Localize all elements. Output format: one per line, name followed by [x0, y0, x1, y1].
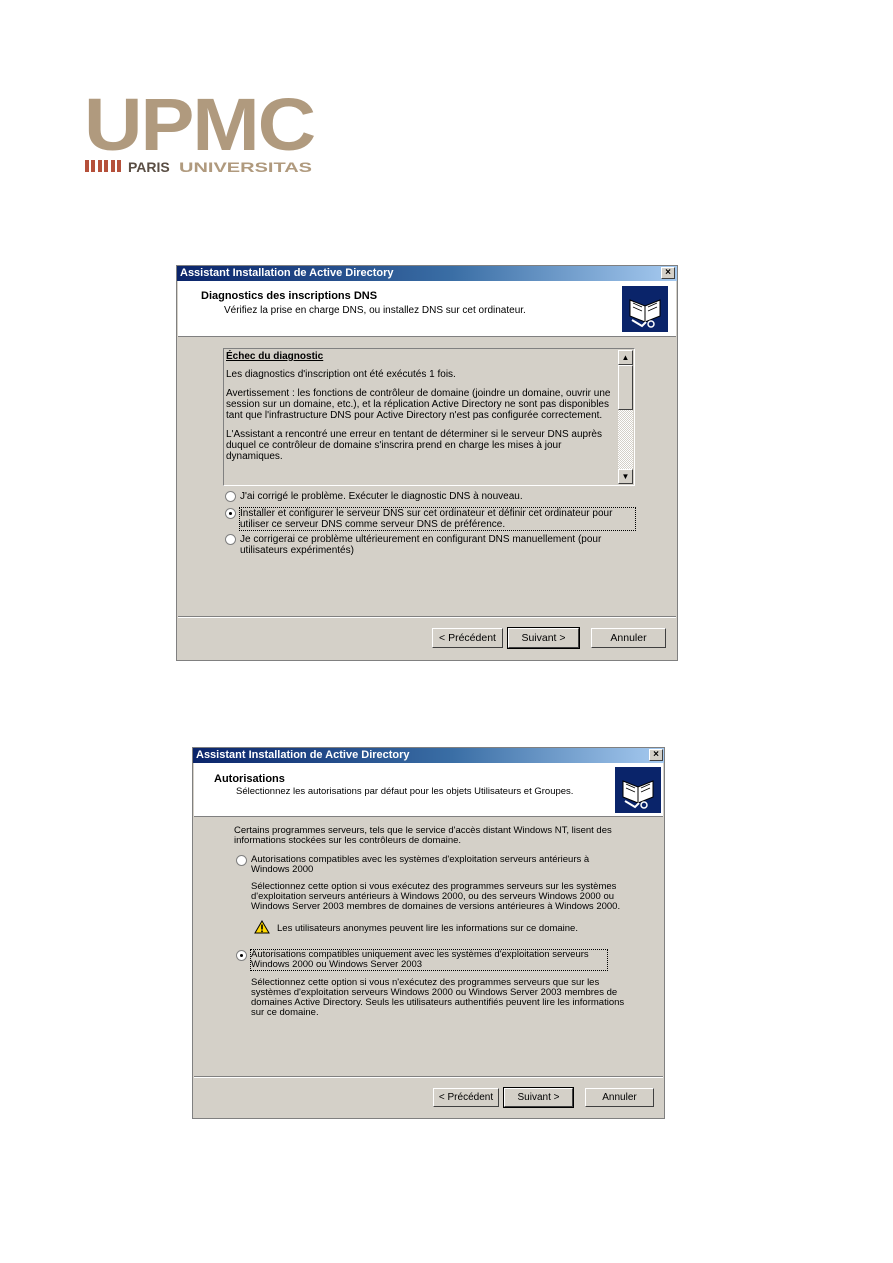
intro-text: Certains programmes serveurs, tels que l… — [234, 825, 612, 846]
logo-tagline-universitas: UNIVERSITAS — [179, 159, 312, 175]
button-separator — [194, 1076, 663, 1078]
next-button[interactable]: Suivant > — [507, 627, 580, 649]
diagnostic-paragraph: Les diagnostics d'inscription ont été ex… — [226, 369, 456, 380]
option-pre-windows-2000-description: Sélectionnez cette option si vous exécut… — [251, 881, 621, 912]
diagnostic-paragraph: Avertissement : les fonctions de contrôl… — [226, 388, 611, 421]
option-configure-manually-label[interactable]: Je corrigerai ce problème ultérieurement… — [240, 534, 635, 556]
warning-text: Les utilisateurs anonymes peuvent lire l… — [277, 923, 578, 934]
dialog-titlebar[interactable]: Assistant Installation de Active Directo… — [177, 266, 677, 281]
diagnostic-results-box[interactable]: Échec du diagnostic Les diagnostics d'in… — [223, 348, 635, 486]
dialog-title: Assistant Installation de Active Directo… — [196, 749, 410, 761]
dialog-dns-diagnostics: Assistant Installation de Active Directo… — [176, 265, 678, 661]
warning-icon — [254, 920, 270, 934]
directory-book-icon — [622, 286, 668, 332]
upmc-logo: UPMC PARIS UNIVERSITAS — [84, 92, 316, 178]
wizard-header: Autorisations Sélectionnez les autorisat… — [194, 763, 663, 817]
diagnostic-heading: Échec du diagnostic — [226, 351, 324, 362]
header-subtitle: Vérifiez la prise en charge DNS, ou inst… — [224, 305, 526, 316]
close-icon[interactable]: × — [649, 749, 663, 761]
option-windows-2000-only-description: Sélectionnez cette option si vous n'exéc… — [251, 977, 625, 1018]
next-button[interactable]: Suivant > — [503, 1087, 574, 1108]
dialog-title: Assistant Installation de Active Directo… — [180, 267, 394, 279]
diagnostic-paragraph: L'Assistant a rencontré une erreur en te… — [226, 429, 602, 462]
cancel-button[interactable]: Annuler — [585, 1088, 654, 1107]
header-title: Diagnostics des inscriptions DNS — [201, 290, 378, 302]
header-title: Autorisations — [214, 773, 285, 785]
dialog-titlebar[interactable]: Assistant Installation de Active Directo… — [193, 748, 664, 763]
vertical-scrollbar[interactable]: ▲ ▼ — [618, 350, 633, 484]
scroll-thumb[interactable] — [618, 365, 633, 410]
logo-wordmark: UPMC — [84, 92, 315, 166]
radio-configure-manually[interactable] — [225, 534, 236, 545]
radio-windows-2000-only[interactable] — [236, 950, 247, 961]
cancel-button[interactable]: Annuler — [591, 628, 666, 648]
option-rerun-diagnostic-label[interactable]: J'ai corrigé le problème. Exécuter le di… — [240, 491, 640, 502]
back-button[interactable]: < Précédent — [432, 628, 503, 648]
header-subtitle: Sélectionnez les autorisations par défau… — [236, 786, 574, 797]
option-install-dns-label[interactable]: Installer et configurer le serveur DNS s… — [239, 507, 636, 531]
option-pre-windows-2000-label[interactable]: Autorisations compatibles avec les systè… — [251, 855, 621, 875]
radio-install-dns[interactable] — [225, 508, 236, 519]
button-separator — [178, 616, 676, 618]
dialog-permissions: Assistant Installation de Active Directo… — [192, 747, 665, 1119]
radio-pre-windows-2000[interactable] — [236, 855, 247, 866]
scroll-up-icon[interactable]: ▲ — [618, 350, 633, 365]
directory-book-icon — [615, 767, 661, 813]
radio-rerun-diagnostic[interactable] — [225, 491, 236, 502]
wizard-header: Diagnostics des inscriptions DNS Vérifie… — [178, 281, 676, 337]
option-windows-2000-only-label[interactable]: Autorisations compatibles uniquement ave… — [250, 949, 608, 971]
close-icon[interactable]: × — [661, 267, 675, 279]
back-button[interactable]: < Précédent — [433, 1088, 499, 1107]
logo-tagline-paris: PARIS — [128, 159, 170, 175]
scroll-down-icon[interactable]: ▼ — [618, 469, 633, 484]
